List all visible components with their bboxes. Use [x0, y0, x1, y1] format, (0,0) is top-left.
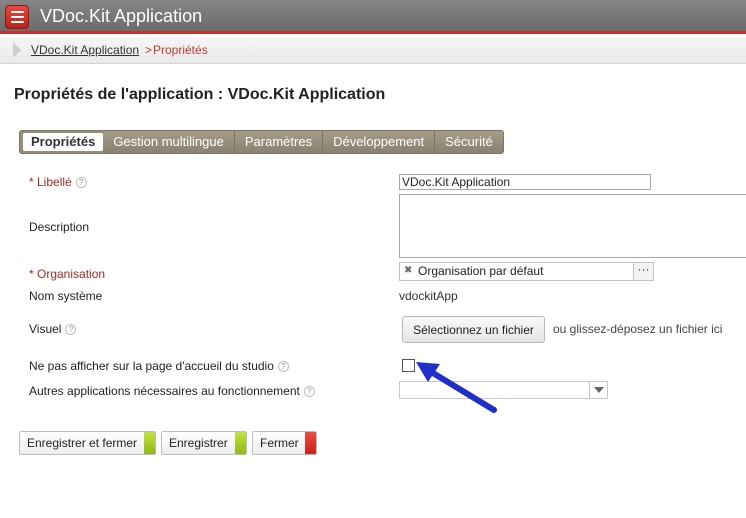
nom-systeme-label: Nom système [29, 289, 103, 303]
tab-proprietes[interactable]: Propriétés [23, 133, 104, 151]
breadcrumb-link-application[interactable]: VDoc.Kit Application [31, 43, 139, 57]
select-file-button[interactable]: Sélectionnez un fichier [402, 316, 545, 343]
close-button[interactable]: Fermer [252, 431, 317, 455]
nom-systeme-value: vdockitApp [399, 289, 458, 303]
help-icon[interactable]: ? [75, 177, 87, 188]
libelle-label-text: * Libellé [29, 175, 72, 189]
libelle-label: * Libellé? [29, 175, 87, 189]
autres-apps-label-text: Autres applications nécessaires au fonct… [29, 384, 300, 398]
tab-gestion-multilingue[interactable]: Gestion multilingue [103, 131, 235, 153]
tab-securite[interactable]: Sécurité [435, 131, 503, 153]
button-status-strip [305, 432, 316, 454]
app-list-icon [5, 5, 29, 29]
annotation-arrow-icon [416, 362, 497, 413]
description-textarea[interactable] [399, 194, 746, 258]
save-and-close-label: Enregistrer et fermer [27, 436, 138, 450]
visuel-label: Visuel? [29, 322, 77, 336]
breadcrumb: VDoc.Kit Application > Propriétés [0, 37, 746, 64]
organisation-browse-button[interactable]: ··· [633, 263, 653, 280]
tab-parametres[interactable]: Paramètres [234, 131, 324, 153]
description-label: Description [29, 220, 90, 234]
breadcrumb-arrow-icon [13, 42, 21, 58]
hide-home-label-text: Ne pas afficher sur la page d'accueil du… [29, 359, 274, 373]
breadcrumb-current: Propriétés [153, 43, 208, 57]
tab-developpement[interactable]: Développement [323, 131, 436, 153]
close-label: Fermer [260, 436, 299, 450]
libelle-input[interactable] [399, 174, 651, 190]
hide-home-label: Ne pas afficher sur la page d'accueil du… [29, 359, 289, 373]
drop-file-hint: ou glissez-déposez un fichier ici [553, 322, 723, 336]
app-title: VDoc.Kit Application [40, 6, 203, 26]
save-and-close-button[interactable]: Enregistrer et fermer [19, 431, 156, 455]
chevron-down-icon[interactable] [589, 382, 607, 398]
visuel-label-text: Visuel [29, 322, 62, 336]
tab-bar: Propriétés Gestion multilingue Paramètre… [19, 130, 504, 154]
autres-apps-label: Autres applications nécessaires au fonct… [29, 384, 315, 398]
save-label: Enregistrer [169, 436, 228, 450]
remove-organisation-icon[interactable]: ✖ [404, 265, 412, 276]
button-status-strip [144, 432, 155, 454]
save-button[interactable]: Enregistrer [161, 431, 247, 455]
help-icon[interactable]: ? [65, 324, 77, 335]
breadcrumb-separator: > [145, 43, 153, 57]
organisation-field[interactable]: ✖ Organisation par défaut ··· [399, 262, 654, 281]
organisation-value: Organisation par défaut [418, 264, 544, 278]
button-status-strip [235, 432, 246, 454]
organisation-label: * Organisation [29, 267, 106, 281]
title-bar: VDoc.Kit Application [0, 0, 746, 34]
help-icon[interactable]: ? [277, 361, 289, 372]
page-title: Propriétés de l'application : VDoc.Kit A… [14, 86, 386, 103]
help-icon[interactable]: ? [303, 386, 315, 397]
